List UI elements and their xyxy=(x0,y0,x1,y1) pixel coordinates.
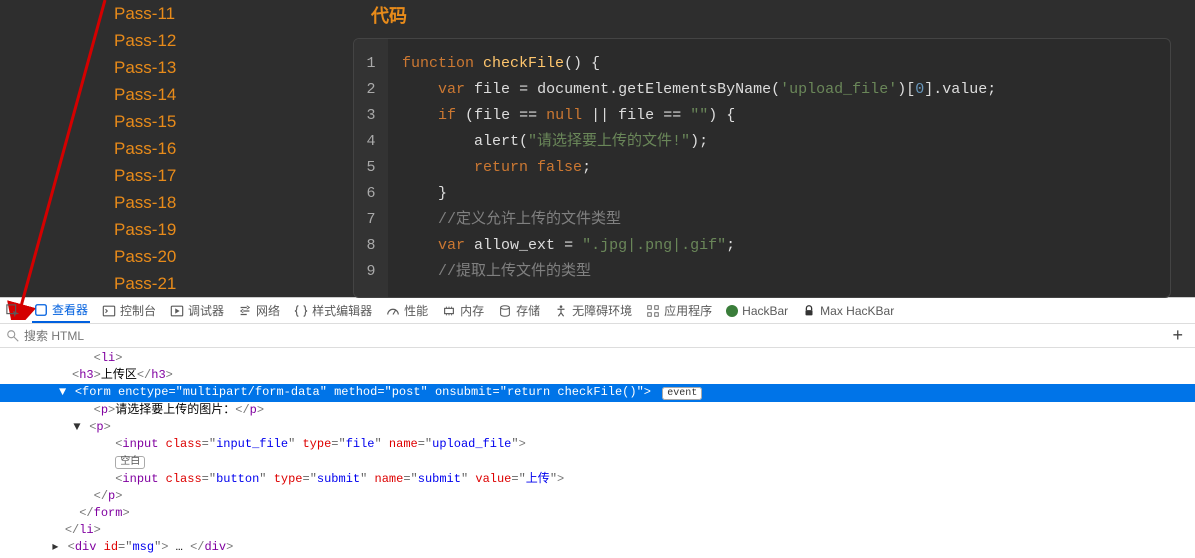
sidebar-item-pass-18[interactable]: Pass-18 xyxy=(114,189,335,216)
whitespace-badge: 空白 xyxy=(115,456,145,469)
html-search-bar: + xyxy=(0,324,1195,348)
dom-node-input-file[interactable]: <input class="input_file" type="file" na… xyxy=(0,436,1195,453)
add-element-button[interactable]: + xyxy=(1166,325,1189,346)
application-icon xyxy=(646,304,660,318)
code-section-title: 代码 xyxy=(371,0,1171,28)
tab-debugger[interactable]: 调试器 xyxy=(168,298,226,323)
sidebar-item-pass-21[interactable]: Pass-21 xyxy=(114,270,335,297)
tab-performance[interactable]: 性能 xyxy=(384,298,430,323)
accessibility-icon xyxy=(554,304,568,318)
sidebar-item-pass-17[interactable]: Pass-17 xyxy=(114,162,335,189)
sidebar-item-pass-15[interactable]: Pass-15 xyxy=(114,108,335,135)
dom-node-p2-open[interactable]: ▼ <p> xyxy=(0,419,1195,436)
line-number: 1 xyxy=(364,51,378,77)
tab-inspector[interactable]: 查看器 xyxy=(32,298,90,323)
tab-label: 存储 xyxy=(516,302,540,319)
tab-network[interactable]: 网络 xyxy=(236,298,282,323)
tab-application[interactable]: 应用程序 xyxy=(644,298,714,323)
network-icon xyxy=(238,304,252,318)
element-picker-button[interactable] xyxy=(4,298,22,323)
dom-node-h3[interactable]: <h3>上传区</h3> xyxy=(0,367,1195,384)
code-content: function checkFile() { var file = docume… xyxy=(388,39,1170,297)
sidebar-item-pass-13[interactable]: Pass-13 xyxy=(114,54,335,81)
code-line: if (file == null || file == "") { xyxy=(402,103,1156,129)
dom-node-p1[interactable]: <p>请选择要上传的图片：</p> xyxy=(0,402,1195,419)
sidebar-item-pass-20[interactable]: Pass-20 xyxy=(114,243,335,270)
dom-node-input-submit[interactable]: <input class="button" type="submit" name… xyxy=(0,471,1195,488)
code-line: alert("请选择要上传的文件!"); xyxy=(402,129,1156,155)
pass-sidebar: Pass-11 Pass-12 Pass-13 Pass-14 Pass-15 … xyxy=(0,0,335,297)
devtools-panel: 查看器 控制台 调试器 网络 样式编辑器 性能 内存 存储 xyxy=(0,297,1195,522)
tab-label: 网络 xyxy=(256,302,280,319)
line-number: 9 xyxy=(364,259,378,285)
search-icon xyxy=(6,329,20,343)
main-content: 代码 1 2 3 4 5 6 7 8 9 function checkFile(… xyxy=(335,0,1195,297)
tab-console[interactable]: 控制台 xyxy=(100,298,158,323)
line-number: 5 xyxy=(364,155,378,181)
style-editor-icon xyxy=(294,304,308,318)
tab-hackbar[interactable]: HackBar xyxy=(724,298,790,323)
tab-style-editor[interactable]: 样式编辑器 xyxy=(292,298,374,323)
code-line: var allow_ext = ".jpg|.png|.gif"; xyxy=(402,233,1156,259)
line-number: 8 xyxy=(364,233,378,259)
dom-node-p2-close[interactable]: </p> xyxy=(0,488,1195,505)
console-icon xyxy=(102,304,116,318)
picker-icon xyxy=(6,304,20,318)
storage-icon xyxy=(498,304,512,318)
code-line: } xyxy=(402,181,1156,207)
line-number: 4 xyxy=(364,129,378,155)
devtools-tabs: 查看器 控制台 调试器 网络 样式编辑器 性能 内存 存储 xyxy=(0,298,1195,324)
performance-icon xyxy=(386,304,400,318)
html-search-input[interactable] xyxy=(24,329,1162,343)
tab-max-hackbar[interactable]: Max HacKBar xyxy=(800,298,896,323)
line-number: 6 xyxy=(364,181,378,207)
tab-label: 控制台 xyxy=(120,302,156,319)
max-hackbar-icon xyxy=(802,304,816,318)
tab-label: 样式编辑器 xyxy=(312,302,372,319)
tab-label: 无障碍环境 xyxy=(572,302,632,319)
tab-label: 内存 xyxy=(460,302,484,319)
tab-label: 性能 xyxy=(404,302,428,319)
hackbar-icon xyxy=(726,305,738,317)
dom-node-form-close[interactable]: </form> xyxy=(0,505,1195,522)
sidebar-item-pass-14[interactable]: Pass-14 xyxy=(114,81,335,108)
tab-accessibility[interactable]: 无障碍环境 xyxy=(552,298,634,323)
dom-node-whitespace[interactable]: 空白 xyxy=(0,453,1195,471)
tab-memory[interactable]: 内存 xyxy=(440,298,486,323)
dom-node-li-close[interactable]: </li> xyxy=(0,522,1195,539)
sidebar-item-pass-12[interactable]: Pass-12 xyxy=(114,27,335,54)
line-number: 3 xyxy=(364,103,378,129)
memory-icon xyxy=(442,304,456,318)
dom-node-div-msg[interactable]: ▸ <div id="msg"> … </div> xyxy=(0,539,1195,556)
tab-label: Max HacKBar xyxy=(820,304,894,318)
line-number-gutter: 1 2 3 4 5 6 7 8 9 xyxy=(354,39,388,297)
debugger-icon xyxy=(170,304,184,318)
tab-label: 调试器 xyxy=(188,302,224,319)
tab-label: HackBar xyxy=(742,304,788,318)
code-block: 1 2 3 4 5 6 7 8 9 function checkFile() {… xyxy=(353,38,1171,298)
code-line: var file = document.getElementsByName('u… xyxy=(402,77,1156,103)
sidebar-item-pass-16[interactable]: Pass-16 xyxy=(114,135,335,162)
dom-node-form[interactable]: ▼ <form enctype="multipart/form-data" me… xyxy=(0,384,1195,402)
line-number: 2 xyxy=(364,77,378,103)
event-badge[interactable]: event xyxy=(662,387,702,400)
sidebar-item-pass-19[interactable]: Pass-19 xyxy=(114,216,335,243)
dom-tree[interactable]: <li> <h3>上传区</h3> ▼ <form enctype="multi… xyxy=(0,348,1195,558)
tab-label: 应用程序 xyxy=(664,302,712,319)
inspector-icon xyxy=(34,303,48,317)
code-line: return false; xyxy=(402,155,1156,181)
dom-node-li[interactable]: <li> xyxy=(0,350,1195,367)
code-line: //定义允许上传的文件类型 xyxy=(402,207,1156,233)
code-line: function checkFile() { xyxy=(402,51,1156,77)
sidebar-item-pass-11[interactable]: Pass-11 xyxy=(114,0,335,27)
line-number: 7 xyxy=(364,207,378,233)
tab-label: 查看器 xyxy=(52,301,88,318)
tab-storage[interactable]: 存储 xyxy=(496,298,542,323)
code-line: //提取上传文件的类型 xyxy=(402,259,1156,285)
